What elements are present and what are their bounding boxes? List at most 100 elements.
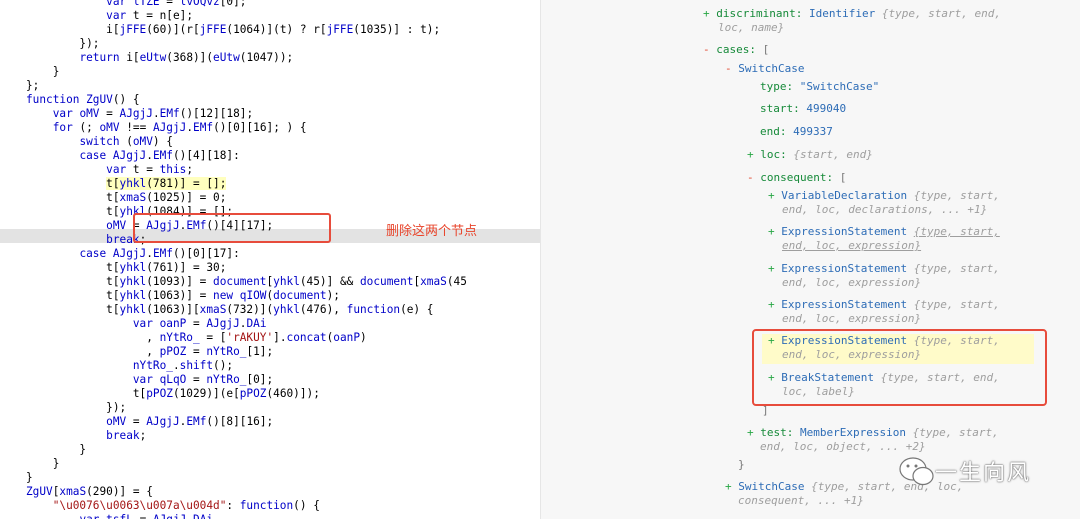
- ast-node-consequent[interactable]: - consequent: [: [747, 171, 846, 185]
- code-line: ZgUV[xmaS(290)] = {: [26, 485, 153, 498]
- ast-key: discriminant:: [716, 7, 803, 20]
- ast-prop-end: end: 499337: [760, 125, 833, 139]
- ast-node-test[interactable]: + test: MemberExpression {type, start,: [747, 426, 999, 440]
- expand-toggle[interactable]: +: [768, 298, 775, 311]
- ast-node-switchcase[interactable]: - SwitchCase: [725, 62, 804, 76]
- code-line: nYtRo_.shift();: [132, 359, 234, 372]
- delete-annotation: 删除这两个节点: [386, 224, 478, 239]
- collapse-toggle[interactable]: -: [703, 43, 710, 56]
- code-line: }: [26, 443, 87, 456]
- watermark-text: 一生向风: [935, 461, 1032, 486]
- expand-toggle[interactable]: +: [747, 148, 754, 161]
- code-line: t[yhkl(1063)] = new qIOW(document);: [26, 289, 340, 302]
- ast-meta-cont: end, loc, expression}: [782, 239, 922, 252]
- ast-type: VariableDeclaration: [781, 189, 908, 202]
- ast-meta-cont: loc, name}: [718, 21, 785, 34]
- ast-meta: {type, start, end,: [881, 7, 1002, 20]
- expand-toggle[interactable]: +: [703, 7, 710, 20]
- ast-key: test:: [760, 426, 794, 439]
- ast-key: consequent:: [760, 171, 834, 184]
- code-line: };: [26, 79, 40, 92]
- expand-toggle[interactable]: +: [768, 189, 775, 202]
- code-line: t[yhkl(1063)][xmaS(732)](yhkl(476), func…: [26, 303, 434, 316]
- code-line: var qLqO = nYtRo_[0];: [132, 373, 274, 386]
- ast-meta: {type, start,: [913, 189, 1000, 202]
- code-line: for (; oMV !== AJgjJ.EMf()[0][16]; ) {: [52, 121, 307, 134]
- code-line: t[pPOZ(1029)](e[pPOZ(460)]);: [26, 387, 320, 400]
- ast-item[interactable]: + ExpressionStatement {type, start,: [768, 225, 1000, 239]
- code-line: }: [26, 471, 33, 484]
- expand-toggle[interactable]: +: [725, 480, 732, 493]
- ast-bracket: [: [839, 171, 847, 184]
- ast-item[interactable]: + VariableDeclaration {type, start,: [768, 189, 1000, 203]
- ast-node-cases[interactable]: - cases: [: [703, 43, 769, 57]
- code-line: case AJgjJ.EMf()[0][17]:: [79, 247, 240, 260]
- collapse-toggle[interactable]: -: [747, 171, 754, 184]
- ast-value: 499337: [793, 125, 833, 138]
- ast-type: Identifier: [808, 7, 876, 20]
- ast-meta-cont: end, loc, declarations, ... +1}: [782, 203, 988, 216]
- ast-key: type:: [760, 80, 794, 93]
- code-line: });: [26, 401, 127, 414]
- ast-meta-cont: end, loc, expression}: [782, 312, 922, 325]
- code-line: oMV = AJgjJ.EMf()[8][16];: [106, 415, 274, 428]
- ast-value: 499040: [806, 102, 847, 115]
- ast-item[interactable]: + ExpressionStatement {type, start,: [768, 262, 1000, 276]
- ast-bracket: [: [762, 43, 770, 56]
- code-line: case AJgjJ.EMf()[4][18]:: [79, 149, 240, 162]
- code-line: var oanP = AJgjJ.DAi: [132, 317, 267, 330]
- code-line: });: [26, 37, 100, 50]
- ast-close-brace: }: [738, 458, 745, 471]
- code-line: break;: [106, 233, 147, 246]
- expand-toggle[interactable]: +: [747, 426, 754, 439]
- ast-meta: {type, start,: [913, 225, 1000, 238]
- code-line: var oMV = AJgjJ.EMf()[12][18];: [52, 107, 254, 120]
- ast-meta: {type, start,: [913, 298, 1000, 311]
- expand-toggle[interactable]: +: [768, 225, 775, 238]
- ast-meta: {type, start,: [912, 426, 999, 439]
- ast-type: SwitchCase: [738, 480, 805, 493]
- code-editor[interactable]: var lTZE = lvOQvz[0]; var t = n[e]; i[jF…: [0, 0, 540, 519]
- code-line: t[yhkl(781)] = [];: [106, 177, 227, 190]
- code-line: }: [26, 65, 60, 78]
- ast-type: SwitchCase: [738, 62, 805, 75]
- expand-toggle[interactable]: +: [768, 262, 775, 275]
- ast-prop-start: start: 499040: [760, 102, 846, 116]
- ast-selection-marker: [752, 329, 1047, 406]
- ast-key: end:: [760, 125, 787, 138]
- code-line: i[jFFE(60)](r[jFFE(1064)](t) ? r[jFFE(10…: [26, 23, 441, 36]
- ast-node-discriminant[interactable]: + discriminant: Identifier {type, start,…: [703, 7, 1001, 21]
- ast-value: "SwitchCase": [799, 80, 880, 93]
- ast-meta: {start, end}: [793, 148, 873, 161]
- ast-type: ExpressionStatement: [781, 298, 908, 311]
- code-line: return i[eUtw(368)](eUtw(1047));: [79, 51, 294, 64]
- ast-type: ExpressionStatement: [781, 225, 908, 238]
- ast-meta: {type, start,: [913, 262, 1000, 275]
- code-line: t[xmaS(1025)] = 0;: [26, 191, 227, 204]
- code-line: , nYtRo_ = ['rAKUY'].concat(oanP): [26, 331, 367, 344]
- code-line: var tsfL = AJgjJ.DAi: [26, 513, 213, 519]
- code-line: t[yhkl(761)] = 30;: [26, 261, 227, 274]
- code-line: var t = this;: [106, 163, 194, 176]
- code-line: function ZgUV() {: [26, 93, 140, 106]
- code-line: "\u0076\u0063\u007a\u004d": function() {: [52, 499, 320, 512]
- collapse-toggle[interactable]: -: [725, 62, 732, 75]
- ast-key: start:: [760, 102, 800, 115]
- ast-key: loc:: [760, 148, 787, 161]
- code-line: switch (oMV) {: [79, 135, 173, 148]
- code-line: var t = n[e];: [106, 9, 193, 22]
- code-selection-marker: [133, 213, 331, 243]
- code-line: break;: [106, 429, 147, 442]
- ast-meta-cont: consequent, ... +1}: [738, 494, 864, 507]
- ast-type: ExpressionStatement: [781, 262, 908, 275]
- ast-type: MemberExpression: [800, 426, 906, 439]
- ast-key: cases:: [716, 43, 756, 56]
- code-line: t[yhkl(1093)] = document[yhkl(45)] && do…: [26, 275, 467, 288]
- code-line: var lTZE = lvOQvz[0];: [106, 0, 247, 8]
- ast-node-loc[interactable]: + loc: {start, end}: [747, 148, 873, 162]
- ast-meta-cont: end, loc, expression}: [782, 276, 922, 289]
- ast-close-bracket: ]: [762, 404, 769, 417]
- ast-prop-type: type: "SwitchCase": [760, 80, 879, 94]
- ast-item[interactable]: + ExpressionStatement {type, start,: [768, 298, 1000, 312]
- code-line: }: [26, 457, 60, 470]
